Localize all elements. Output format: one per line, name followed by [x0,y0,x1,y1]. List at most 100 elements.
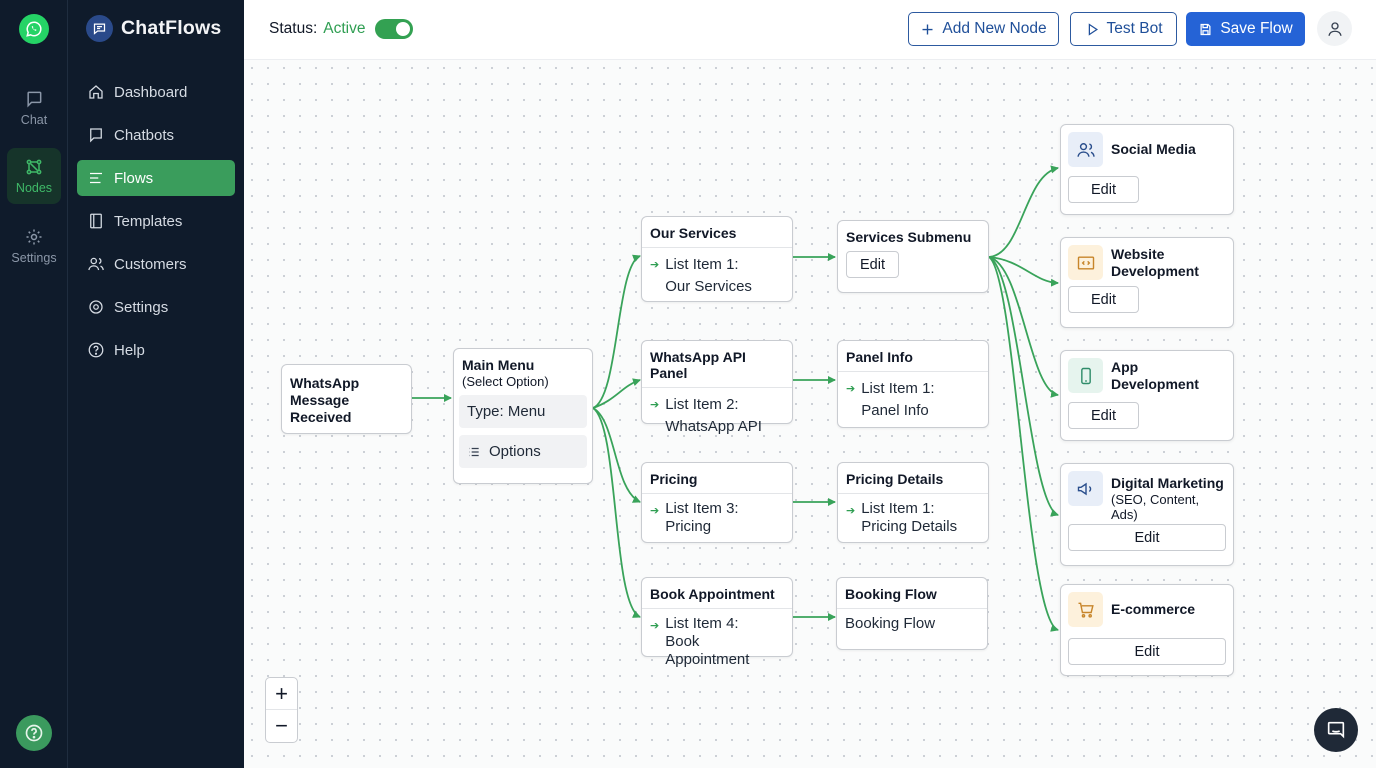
arrow-icon: ➔ [846,383,856,395]
service-title: Social Media [1111,141,1196,157]
menu-item-node[interactable]: Pricing ➔ List Item 3: Pricing [641,462,793,543]
node-title: Panel Info [838,341,988,372]
megaphone-icon [1068,471,1103,506]
arrow-icon: ➔ [650,259,660,271]
sidebar-item-help[interactable]: Help [77,332,235,368]
arrow-icon: ➔ [650,399,660,411]
options-row[interactable]: Options [459,435,587,468]
sidebar-item-label: Customers [114,255,187,273]
list-item-label: List Item 2: [665,396,739,413]
flow-canvas[interactable]: WhatsApp Message Received Main Menu (Sel… [244,60,1376,768]
help-fab[interactable] [16,715,52,751]
trigger-node[interactable]: WhatsApp Message Received [281,364,412,434]
plus-icon [922,24,933,34]
service-node-social-media[interactable]: Social Media Edit [1060,124,1234,215]
status-label: Status: [269,20,318,37]
service-node-digital-marketing[interactable]: Digital Marketing (SEO, Content, Ads) Edi… [1060,463,1234,566]
node-title: Pricing Details [838,463,988,494]
sidebar-item-label: Flows [114,169,154,187]
list-item-value: Pricing Details [861,518,958,535]
brand-logo-icon [86,15,113,42]
list-item: ➔ List Item 3: Pricing [642,494,792,536]
sidebar-item-chatbots[interactable]: Chatbots [77,117,235,153]
rail-item-nodes[interactable]: Nodes [7,148,61,204]
list-item-label: List Item 1: [861,500,935,517]
service-title: Website Development [1111,245,1199,279]
list-item-label: List Item 4: [665,615,739,632]
save-flow-button[interactable]: Save Flow [1186,12,1305,46]
rail-item-settings[interactable]: Settings [7,218,61,274]
menu-item-node[interactable]: Book Appointment ➔ List Item 4: Book Appoi… [641,577,793,668]
rail-item-label: Nodes [15,181,53,195]
list-item: ➔ List Item 4: Book Appointment [642,609,792,669]
sidebar-item-settings[interactable]: Settings [77,289,235,325]
service-node-app-development[interactable]: App Development Edit [1060,350,1234,441]
list-item-value: Book Appointment [665,633,750,668]
edit-button[interactable]: Edit [1068,286,1139,313]
menu-item-node[interactable]: WhatsApp API Panel ➔ List Item 2: WhatsApp… [641,340,793,435]
arrow-icon: ➔ [650,620,660,632]
nodes-icon [26,159,42,175]
connector [592,254,641,409]
main-menu-node[interactable]: Main Menu (Select Option) Type: Menu Opt… [453,348,593,484]
services-submenu-node[interactable]: Services Submenu Edit [837,220,989,293]
menu-item-node[interactable]: Our Services ➔ List Item 1: Our Services [641,216,793,302]
sidebar-item-label: Templates [114,212,183,230]
rail-item-chat[interactable]: Chat [7,80,61,136]
app-window: Chat Nodes Settings ChatFlows Dashboard … [0,0,1376,768]
list-item: ➔ List Item 1: Our Services [642,248,792,298]
gear-icon [89,300,103,314]
sidebar-item-customers[interactable]: Customers [77,246,235,282]
test-bot-label: Test Bot [1106,20,1163,37]
chat-icon [1327,721,1345,739]
brand: ChatFlows [86,15,221,42]
chat-fab[interactable] [1314,708,1358,752]
node-body: Booking Flow [845,615,936,632]
sidebar-item-label: Settings [114,298,169,316]
edit-button[interactable]: Edit [846,251,899,278]
node-title: WhatsApp Message Received [290,375,360,425]
panel-info-node[interactable]: Panel Info ➔ List Item 1: Panel Info [837,340,989,428]
service-node-website-development[interactable]: Website Development Edit [1060,237,1234,328]
list-item: ➔ List Item 2: WhatsApp API [642,388,792,438]
zoom-controls: + − [265,677,298,743]
status-value: Active [323,20,366,37]
templates-icon [90,213,102,229]
options-label: Options [489,443,541,460]
help-icon [88,342,104,358]
sidebar-item-label: Chatbots [114,126,175,144]
node-subtitle: (Select Option) [462,374,549,389]
smartphone-icon [1068,358,1103,393]
sidebar-item-flows[interactable]: Flows [77,160,235,196]
user-icon [1327,21,1342,36]
top-bar: Status: Active Add New Node Test Bot Sav… [244,0,1376,60]
zoom-in-button[interactable]: + [266,678,297,710]
booking-flow-node[interactable]: Booking Flow Booking Flow [836,577,988,650]
brand-name: ChatFlows [121,17,222,39]
add-node-button[interactable]: Add New Node [908,12,1059,46]
zoom-out-button[interactable]: − [266,710,297,742]
node-title: Book Appointment [642,578,792,609]
edit-button[interactable]: Edit [1068,176,1139,203]
sidebar-item-templates[interactable]: Templates [77,203,235,239]
sidebar-item-dashboard[interactable]: Dashboard [77,74,235,110]
sidebar-item-label: Dashboard [114,83,188,101]
edit-button[interactable]: Edit [1068,402,1139,429]
list-item-label: List Item 3: [665,500,739,517]
profile-avatar[interactable] [1317,11,1352,46]
service-title: App Development [1111,358,1199,392]
edit-button[interactable]: Edit [1068,524,1226,551]
pricing-details-node[interactable]: Pricing Details ➔ List Item 1: Pricing Det… [837,462,989,543]
save-flow-label: Save Flow [1220,20,1293,37]
home-icon [89,85,103,99]
menu-type: Type: Menu [467,403,546,420]
list-item-value: Panel Info [861,402,929,419]
status-toggle[interactable] [375,19,414,39]
service-node-e-commerce[interactable]: E-commerce Edit [1060,584,1234,676]
test-bot-button[interactable]: Test Bot [1070,12,1177,46]
edit-button[interactable]: Edit [1068,638,1226,665]
service-title: E-commerce [1111,601,1196,617]
node-title: Pricing [642,463,792,494]
rail-item-label: Chat [20,113,48,127]
connector [988,165,1059,258]
